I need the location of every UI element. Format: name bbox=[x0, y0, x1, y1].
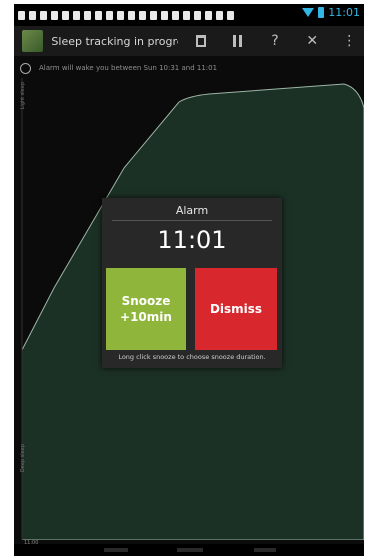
pause-icon bbox=[233, 35, 243, 47]
recent-apps-icon[interactable] bbox=[254, 548, 276, 552]
axis-label-deep-sleep: Deep sleep bbox=[20, 444, 26, 473]
snooze-button[interactable]: Snooze +10min bbox=[106, 268, 186, 350]
back-icon[interactable] bbox=[104, 548, 128, 552]
dialog-title: Alarm bbox=[175, 204, 209, 217]
overflow-menu-icon: ⋮ bbox=[342, 33, 357, 49]
status-time: 11:01 bbox=[328, 6, 360, 19]
status-bar: 11:01 bbox=[14, 4, 364, 26]
home-icon[interactable] bbox=[177, 548, 203, 552]
help-button[interactable]: ? bbox=[260, 26, 289, 56]
wifi-icon bbox=[302, 8, 315, 17]
alarm-info: Alarm will wake you between Sun 10:31 an… bbox=[14, 60, 364, 76]
mail-icon bbox=[84, 10, 91, 20]
close-icon: ✕ bbox=[306, 33, 319, 49]
status-right: 11:01 bbox=[302, 6, 360, 19]
app-icon bbox=[205, 10, 212, 20]
alarm-time: 11:01 bbox=[157, 226, 227, 254]
app-icon bbox=[227, 10, 234, 20]
phone-screen: 11:01 Sleep tracking in progre... ? ✕ ⋮ … bbox=[14, 4, 364, 556]
message-icon bbox=[51, 10, 58, 20]
action-bar: Sleep tracking in progre... ? ✕ ⋮ bbox=[14, 26, 364, 56]
stop-button[interactable]: ✕ bbox=[298, 26, 327, 56]
alarm-info-text: Alarm will wake you between Sun 10:31 an… bbox=[39, 64, 218, 72]
app-icon bbox=[216, 10, 223, 20]
app-icon bbox=[183, 10, 190, 20]
download-icon bbox=[172, 10, 179, 20]
alarm-dialog: Alarm 11:01 Snooze +10min Dismiss Long c… bbox=[102, 198, 282, 368]
app-logo-icon[interactable] bbox=[22, 30, 44, 52]
delete-button[interactable] bbox=[186, 26, 215, 56]
music-icon bbox=[95, 10, 102, 20]
download-icon bbox=[73, 10, 80, 20]
dialog-divider bbox=[112, 220, 272, 221]
heart-icon bbox=[161, 10, 168, 20]
trash-icon bbox=[195, 35, 206, 47]
axis-label-light-sleep: Light sleep bbox=[20, 82, 26, 110]
app-icon bbox=[194, 10, 201, 20]
pause-button[interactable] bbox=[223, 26, 252, 56]
notification-icon bbox=[62, 10, 69, 20]
sd-card-icon bbox=[40, 10, 47, 20]
calendar-icon bbox=[139, 10, 146, 20]
image-icon bbox=[106, 10, 113, 20]
overflow-menu-button[interactable]: ⋮ bbox=[335, 26, 364, 56]
alarm-clock-icon bbox=[20, 62, 31, 74]
dollar-icon bbox=[117, 10, 124, 20]
help-icon: ? bbox=[271, 33, 279, 49]
notification-icons bbox=[18, 10, 234, 20]
dismiss-button[interactable]: Dismiss bbox=[195, 268, 277, 350]
snooze-hint: Long click snooze to choose snooze durat… bbox=[118, 353, 266, 361]
navigation-bar bbox=[14, 544, 364, 556]
image-icon bbox=[150, 10, 157, 20]
action-bar-title: Sleep tracking in progre... bbox=[51, 34, 178, 48]
warning-icon bbox=[29, 10, 36, 20]
battery-icon bbox=[318, 7, 325, 18]
download-icon bbox=[18, 10, 25, 20]
email-icon bbox=[128, 10, 135, 20]
